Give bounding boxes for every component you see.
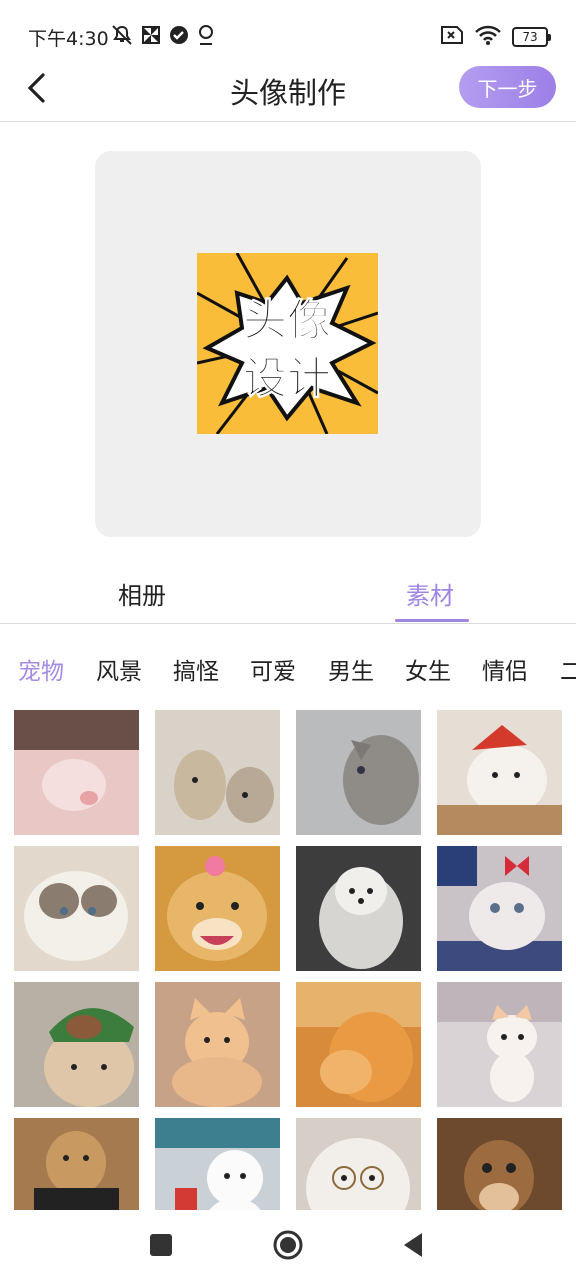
wifi-icon	[474, 24, 502, 50]
thumb-white-kitten[interactable]	[437, 982, 562, 1107]
thumb-pink-pig[interactable]	[14, 710, 139, 835]
pinwheel-icon	[140, 24, 162, 50]
category-scenery[interactable]: 风景	[96, 652, 142, 686]
next-step-button[interactable]: 下一步	[459, 66, 556, 108]
status-right-icons: 73	[440, 24, 551, 50]
tab-active-indicator	[395, 619, 469, 622]
thumb-santa-cat[interactable]	[437, 710, 562, 835]
thumb-hugging-cat[interactable]	[296, 982, 421, 1107]
square-icon	[150, 1234, 172, 1256]
tab-material[interactable]: 素材	[406, 576, 454, 611]
sim-x-icon	[440, 25, 464, 49]
status-time: 下午4:30	[28, 28, 109, 50]
back-nav-button[interactable]	[402, 1232, 424, 1262]
triangle-back-icon	[404, 1233, 422, 1257]
category-more[interactable]: 二	[560, 652, 576, 686]
thumb-dog-shirt[interactable]	[14, 1118, 139, 1210]
tab-album[interactable]: 相册	[118, 576, 166, 611]
thumb-orange-cat[interactable]	[155, 982, 280, 1107]
thumb-bow-cat[interactable]	[437, 846, 562, 971]
category-couples[interactable]: 情侣	[482, 652, 528, 686]
source-tabs: 相册 素材	[0, 560, 576, 624]
avatar-preview-image: 头像 设计	[196, 252, 379, 435]
category-pets[interactable]: 宠物	[18, 652, 64, 686]
check-badge-icon	[168, 24, 190, 50]
thumb-glasses-cat[interactable]	[296, 1118, 421, 1210]
thumb-gray-cat[interactable]	[296, 710, 421, 835]
thumb-hedgehogs[interactable]	[155, 710, 280, 835]
category-cute[interactable]: 可爱	[250, 652, 296, 686]
system-nav-bar	[0, 1210, 576, 1280]
app-header: 头像制作 下一步	[0, 60, 576, 122]
thumbnail-grid	[0, 710, 576, 1210]
thumb-bulldog-hat[interactable]	[14, 982, 139, 1107]
thumb-white-dog-blanket[interactable]	[296, 846, 421, 971]
preview-line2: 设计	[243, 353, 331, 404]
category-boys[interactable]: 男生	[328, 652, 374, 686]
thumb-shiba-dog[interactable]	[155, 846, 280, 971]
battery-indicator: 73	[512, 27, 551, 47]
circle-icon	[273, 1230, 303, 1260]
thumb-chipmunk[interactable]	[437, 1118, 562, 1210]
category-funny[interactable]: 搞怪	[173, 652, 219, 686]
location-pin-icon	[196, 24, 216, 50]
home-button[interactable]	[272, 1229, 304, 1265]
thumb-white-puppy[interactable]	[155, 1118, 280, 1210]
status-left-icons	[110, 24, 216, 50]
recents-button[interactable]	[150, 1234, 172, 1260]
category-girls[interactable]: 女生	[405, 652, 451, 686]
preview-line1: 头像	[243, 295, 331, 346]
category-row[interactable]: 宠物 风景 搞怪 可爱 男生 女生 情侣 二	[0, 640, 576, 692]
thumb-ragdoll-cat[interactable]	[14, 846, 139, 971]
bell-off-icon	[110, 24, 134, 50]
